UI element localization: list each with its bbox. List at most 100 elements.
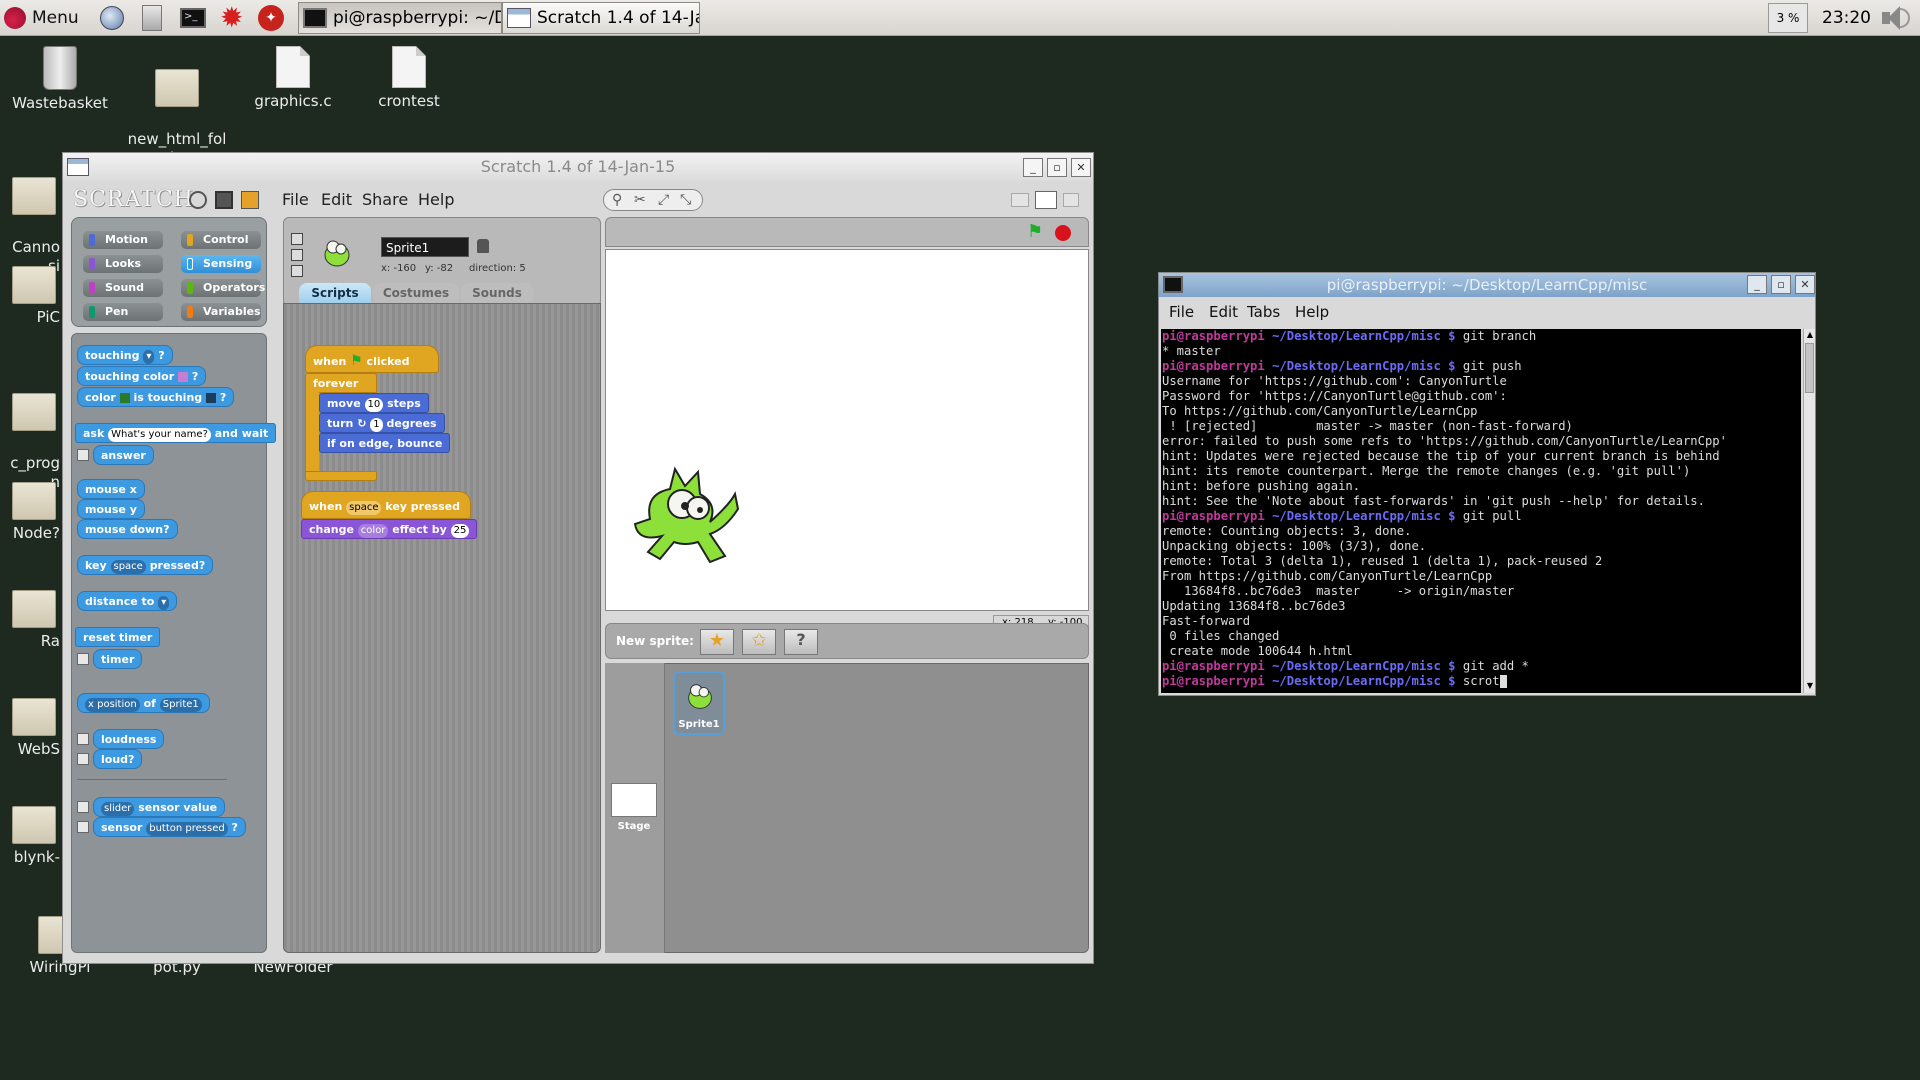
desktop-icon-wastebasket[interactable]: Wastebasket — [5, 46, 115, 113]
task-scratch[interactable]: Scratch 1.4 of 14-Jan... — [502, 2, 700, 34]
delete-icon[interactable]: ✂ — [634, 192, 646, 208]
category-sound[interactable]: Sound — [83, 279, 163, 297]
degrees-input[interactable]: 1 — [370, 418, 383, 432]
block-touching[interactable]: touching ▾ ? — [77, 345, 173, 365]
desktop-icon-node[interactable]: Node? — [0, 478, 60, 543]
tab-scripts[interactable]: Scripts — [299, 283, 371, 303]
small-stage-icon[interactable] — [1011, 193, 1029, 207]
share-icon[interactable] — [241, 191, 259, 209]
block-loud[interactable]: loud? — [93, 749, 143, 769]
checkbox-answer[interactable] — [77, 449, 89, 461]
minimize-button[interactable]: _ — [1747, 275, 1767, 294]
clock[interactable]: 23:20 — [1822, 8, 1871, 28]
category-operators[interactable]: Operators — [181, 279, 265, 297]
rotate-style-icon[interactable] — [291, 233, 303, 245]
block-key-pressed[interactable]: key space pressed? — [77, 555, 214, 575]
sensor-dropdown[interactable]: slider — [101, 802, 135, 816]
tab-costumes[interactable]: Costumes — [373, 283, 459, 303]
cpu-monitor[interactable]: 3 % — [1768, 3, 1808, 33]
script-move-steps[interactable]: move 10 steps — [319, 393, 429, 413]
block-reset-timer[interactable]: reset timer — [75, 627, 161, 647]
stage-canvas[interactable] — [605, 249, 1089, 611]
desktop-icon-webs[interactable]: WebS — [0, 694, 60, 759]
checkbox-sensor[interactable] — [77, 821, 89, 833]
sprite-tile-sprite1[interactable]: Sprite1 — [673, 671, 725, 735]
menu-help[interactable]: Help — [418, 190, 454, 209]
terminal-output[interactable]: pi@raspberrypi ~/Desktop/LearnCpp/misc $… — [1161, 329, 1801, 693]
random-sprite-icon[interactable]: ? — [784, 629, 818, 655]
sprite-dropdown[interactable]: Sprite1 — [159, 698, 202, 712]
steps-input[interactable]: 10 — [364, 398, 384, 412]
desktop-icon-graphics-c[interactable]: graphics.c — [238, 46, 348, 111]
grow-icon[interactable]: ⤢ — [658, 192, 669, 208]
tab-sounds[interactable]: Sounds — [461, 283, 533, 303]
checkbox-sensor-value[interactable] — [77, 801, 89, 813]
stop-icon[interactable] — [1055, 225, 1071, 241]
terminal-titlebar[interactable]: pi@raspberrypi: ~/Desktop/LearnCpp/misc … — [1159, 273, 1815, 297]
menu-share[interactable]: Share — [362, 190, 408, 209]
block-mouse-y[interactable]: mouse y — [77, 499, 145, 519]
globe-icon[interactable] — [189, 191, 207, 209]
no-rotate-icon[interactable] — [291, 265, 303, 277]
terminal-scrollbar[interactable]: ▲ ▼ — [1803, 329, 1815, 693]
desktop-icon-crontest[interactable]: crontest — [354, 46, 464, 111]
script-change-effect[interactable]: change color effect by 25 — [301, 519, 478, 539]
flip-style-icon[interactable] — [291, 249, 303, 261]
block-touching-color[interactable]: touching color ? — [77, 366, 207, 386]
dropdown[interactable]: ▾ — [158, 596, 170, 610]
color-swatch[interactable] — [177, 372, 188, 382]
category-variables[interactable]: Variables — [181, 303, 261, 321]
minimize-button[interactable]: _ — [1023, 158, 1043, 177]
block-sensor-pressed[interactable]: sensor button pressed ? — [93, 817, 246, 837]
desktop-icon-pic[interactable]: PiC — [0, 262, 60, 327]
terminal-icon[interactable]: >_ — [180, 2, 210, 34]
ask-input[interactable]: What's your name? — [108, 428, 211, 442]
block-color-touching[interactable]: color is touching ? — [77, 387, 235, 407]
menu-tabs[interactable]: Tabs — [1247, 303, 1280, 321]
scroll-up-icon[interactable]: ▲ — [1805, 330, 1815, 340]
script-if-on-edge-bounce[interactable]: if on edge, bounce — [319, 433, 451, 453]
block-timer[interactable]: timer — [93, 649, 143, 669]
paint-sprite-icon[interactable]: ★ — [700, 629, 734, 655]
checkbox-timer[interactable] — [77, 653, 89, 665]
block-answer[interactable]: answer — [93, 445, 154, 465]
category-sensing[interactable]: Sensing — [181, 255, 261, 273]
save-icon[interactable] — [215, 191, 233, 209]
desktop-icon-ra[interactable]: Ra — [0, 586, 60, 651]
green-flag-icon[interactable]: ⚑ — [1027, 223, 1043, 241]
color-swatch[interactable] — [206, 393, 216, 403]
script-when-flag-clicked[interactable]: when ⚑ clicked — [305, 345, 439, 373]
globe-icon[interactable] — [100, 2, 128, 34]
menu-file[interactable]: File — [282, 190, 309, 209]
button-dropdown[interactable]: button pressed — [146, 822, 228, 836]
effect-dropdown[interactable]: color — [357, 524, 389, 538]
attribute-dropdown[interactable]: x position — [85, 698, 140, 712]
checkbox-loudness[interactable] — [77, 733, 89, 745]
key-dropdown[interactable]: space — [346, 501, 382, 515]
scroll-thumb[interactable] — [1805, 343, 1814, 393]
key-dropdown[interactable]: space — [110, 560, 146, 574]
desktop-icon-blynk[interactable]: blynk- — [0, 802, 60, 867]
block-ask[interactable]: ask What's your name? and wait — [75, 423, 277, 443]
mathematica-icon[interactable]: ✦ — [258, 2, 286, 34]
menu-help[interactable]: Help — [1295, 303, 1329, 321]
burst-icon[interactable]: ✹ — [220, 2, 248, 34]
maximize-button[interactable]: ▫ — [1771, 275, 1791, 294]
normal-stage-icon[interactable] — [1035, 191, 1057, 209]
scroll-down-icon[interactable]: ▼ — [1805, 681, 1815, 691]
effect-input[interactable]: 25 — [450, 524, 470, 538]
cat-sprite[interactable] — [630, 464, 740, 564]
category-motion[interactable]: Motion — [83, 231, 163, 249]
block-loudness[interactable]: loudness — [93, 729, 165, 749]
block-mouse-down[interactable]: mouse down? — [77, 519, 178, 539]
dropdown[interactable]: ▾ — [143, 350, 155, 364]
menu-edit[interactable]: Edit — [321, 190, 352, 209]
menu-file[interactable]: File — [1169, 303, 1194, 321]
scratch-titlebar[interactable]: Scratch 1.4 of 14-Jan-15 _ ▫ ✕ — [63, 153, 1093, 181]
volume-icon[interactable] — [1878, 4, 1912, 32]
lock-icon[interactable] — [477, 239, 489, 253]
task-terminal[interactable]: pi@raspberrypi: ~/De... — [298, 2, 502, 34]
menu-button[interactable]: Menu — [4, 2, 84, 34]
block-distance-to[interactable]: distance to ▾ — [77, 591, 178, 611]
category-pen[interactable]: Pen — [83, 303, 163, 321]
